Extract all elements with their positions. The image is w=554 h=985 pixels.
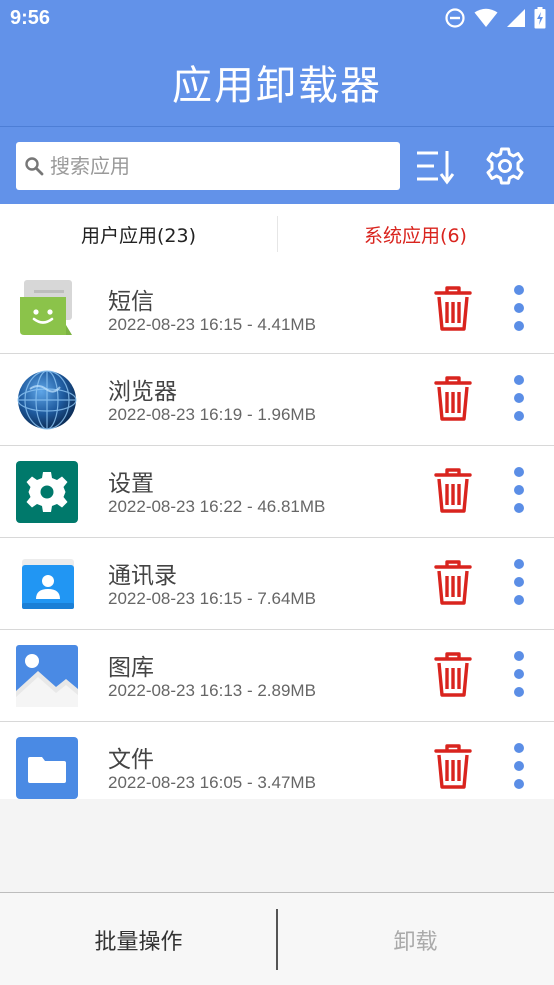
trash-icon[interactable] — [434, 652, 472, 698]
app-list[interactable]: 短信 2022-08-23 16:15 - 4.41MB 浏览器 2022-08… — [0, 264, 554, 799]
app-name: 通讯录 — [108, 563, 177, 589]
contacts-icon — [22, 559, 74, 609]
messages-icon — [20, 280, 72, 335]
more-vertical-icon[interactable] — [508, 558, 530, 610]
app-meta: 2022-08-23 16:13 - 2.89MB — [108, 681, 316, 700]
batch-operation-button[interactable]: 批量操作 — [0, 893, 277, 985]
wifi-icon — [474, 8, 498, 27]
settings-app-icon — [16, 461, 78, 523]
trash-icon[interactable] — [434, 560, 472, 606]
more-vertical-icon[interactable] — [508, 284, 530, 336]
signal-icon — [507, 9, 525, 27]
files-icon — [16, 737, 78, 799]
gear-icon[interactable] — [484, 145, 526, 187]
app-meta: 2022-08-23 16:05 - 3.47MB — [108, 773, 316, 792]
uninstall-button[interactable]: 卸载 — [277, 893, 554, 985]
gallery-icon — [16, 645, 78, 707]
status-icons — [444, 7, 546, 29]
trash-icon[interactable] — [434, 744, 472, 790]
search-box[interactable] — [16, 142, 400, 190]
app-title: 应用卸载器 — [172, 63, 382, 109]
app-row[interactable]: 浏览器 2022-08-23 16:19 - 1.96MB — [0, 354, 554, 446]
app-row[interactable]: 通讯录 2022-08-23 16:15 - 7.64MB — [0, 538, 554, 630]
browser-icon — [17, 370, 77, 430]
search-icon — [25, 157, 44, 176]
more-vertical-icon[interactable] — [508, 650, 530, 702]
sort-icon[interactable] — [414, 147, 456, 187]
status-time: 9:56 — [10, 7, 51, 29]
more-vertical-icon[interactable] — [508, 374, 530, 426]
do-not-disturb-icon — [445, 8, 465, 28]
tab-bar: 用户应用(23) 系统应用(6) — [0, 204, 554, 264]
tab-system-apps[interactable]: 系统应用(6) — [277, 221, 554, 248]
app-meta: 2022-08-23 16:15 - 7.64MB — [108, 589, 316, 608]
status-bar: 9:56 — [0, 0, 554, 38]
app-meta: 2022-08-23 16:19 - 1.96MB — [108, 405, 316, 424]
search-input[interactable] — [50, 154, 390, 178]
more-vertical-icon[interactable] — [508, 466, 530, 518]
app-name: 图库 — [108, 655, 154, 681]
app-row[interactable]: 文件 2022-08-23 16:05 - 3.47MB — [0, 722, 554, 799]
app-name: 浏览器 — [108, 379, 177, 405]
tab-divider — [277, 216, 278, 252]
app-name: 文件 — [108, 747, 154, 773]
app-row[interactable]: 短信 2022-08-23 16:15 - 4.41MB — [0, 264, 554, 354]
trash-icon[interactable] — [434, 286, 472, 332]
battery-charging-icon — [534, 7, 546, 29]
tab-user-apps[interactable]: 用户应用(23) — [0, 221, 277, 248]
app-meta: 2022-08-23 16:22 - 46.81MB — [108, 497, 326, 516]
app-name: 短信 — [108, 289, 154, 315]
app-name: 设置 — [108, 471, 154, 497]
bottom-action-bar: 批量操作 卸载 — [0, 892, 554, 985]
app-row[interactable]: 图库 2022-08-23 16:13 - 2.89MB — [0, 630, 554, 722]
toolbar — [0, 126, 554, 204]
more-vertical-icon[interactable] — [508, 742, 530, 794]
trash-icon[interactable] — [434, 376, 472, 422]
app-bar: 应用卸载器 — [0, 38, 554, 126]
list-empty-area — [0, 799, 554, 892]
trash-icon[interactable] — [434, 468, 472, 514]
app-row[interactable]: 设置 2022-08-23 16:22 - 46.81MB — [0, 446, 554, 538]
app-meta: 2022-08-23 16:15 - 4.41MB — [108, 315, 316, 334]
